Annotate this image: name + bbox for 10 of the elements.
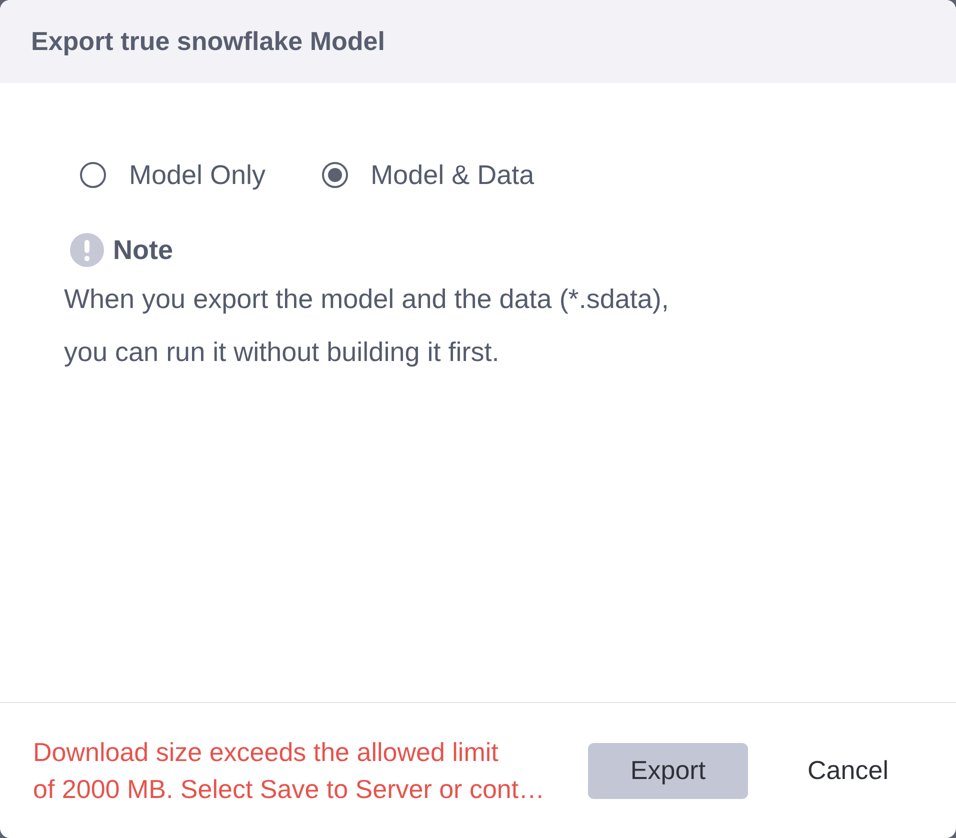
note-text: When you export the model and the data (*.sdata), you can run it without building it first.: [64, 283, 669, 369]
radio-button[interactable]: [322, 162, 348, 188]
note-heading: Note: [113, 234, 173, 266]
cancel-button[interactable]: Cancel: [776, 742, 920, 798]
exclamation-icon: [70, 233, 104, 267]
error-message: Download size exceeds the allowed limit of 2000 MB. Select Save to Server or cont…: [33, 736, 545, 806]
radio-label[interactable]: Model Only: [129, 160, 266, 190]
dialog-title: Export true snowflake Model: [31, 26, 385, 57]
radio-label[interactable]: Model & Data: [370, 160, 534, 190]
radio-button[interactable]: [80, 162, 106, 188]
